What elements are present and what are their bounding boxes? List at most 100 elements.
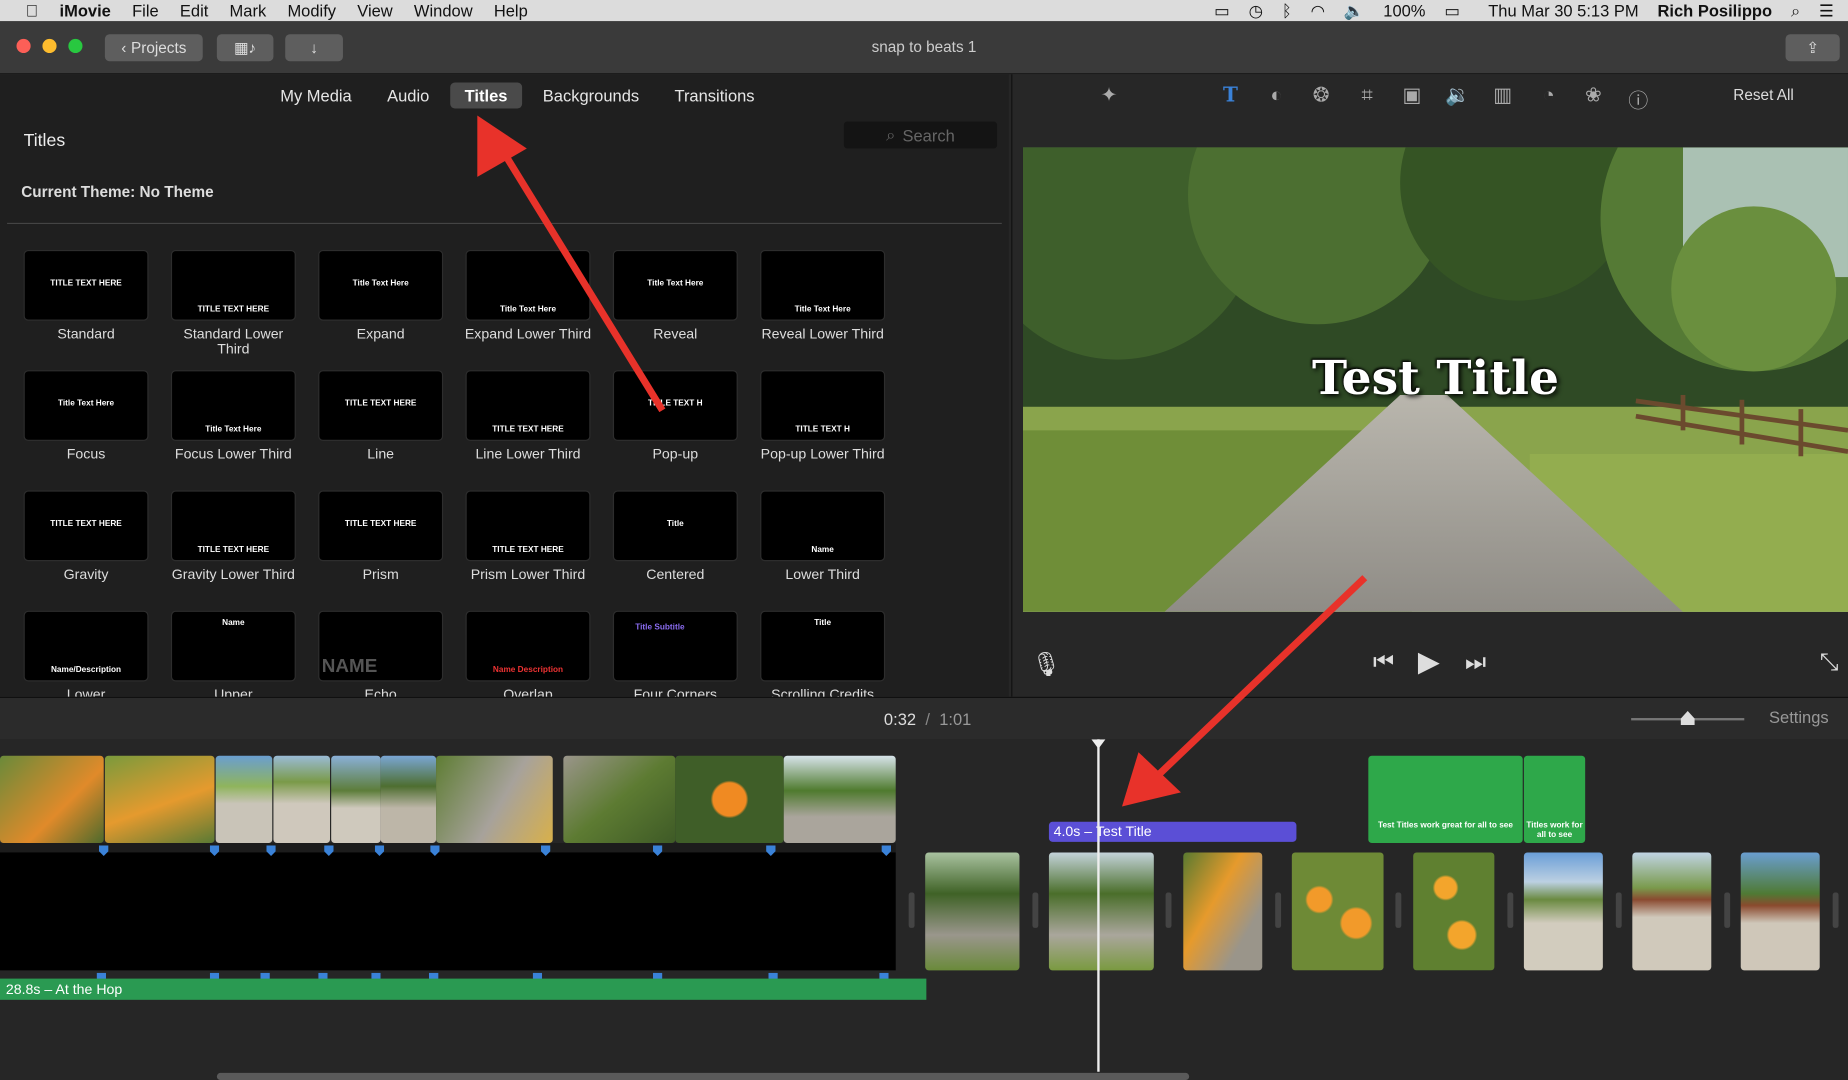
title-thumbnail[interactable]: TITLE TEXT HERE <box>318 370 444 441</box>
menu-mark[interactable]: Mark <box>230 1 267 20</box>
info-icon[interactable]: ⓘ <box>1624 84 1652 112</box>
title-thumbnail[interactable]: Title Text Here <box>23 370 149 441</box>
video-clip[interactable] <box>380 755 437 844</box>
video-clip[interactable] <box>1291 852 1384 971</box>
background-clip-black[interactable] <box>0 852 896 971</box>
video-clip[interactable] <box>1183 852 1263 971</box>
title-thumbnail[interactable]: Title Text Here <box>170 370 296 441</box>
title-thumbnail[interactable]: TITLE TEXT H <box>760 370 886 441</box>
title-thumbnail[interactable]: TITLE TEXT HERE <box>170 490 296 562</box>
title-thumbnail[interactable]: Title <box>612 490 738 562</box>
video-clip[interactable] <box>1740 852 1820 971</box>
share-button[interactable]: ⇪ <box>1785 34 1840 62</box>
title-thumbnail[interactable]: TITLE TEXT HERE <box>465 490 591 562</box>
video-clip[interactable] <box>783 755 896 844</box>
video-clip[interactable] <box>0 755 104 844</box>
horizontal-scrollbar[interactable] <box>216 1072 1190 1080</box>
green-screen-clip[interactable]: Titles work for all to see <box>1523 755 1586 844</box>
video-clip[interactable] <box>1632 852 1712 971</box>
green-screen-clip[interactable]: Test Titles work great for all to see <box>1368 755 1523 844</box>
title-clip[interactable]: 4.0s – Test Title <box>1048 821 1297 842</box>
color-palette-icon[interactable]: ❂ <box>1307 84 1335 108</box>
menu-view[interactable]: View <box>357 1 392 20</box>
video-clip[interactable] <box>436 755 553 844</box>
skip-forward-icon[interactable]: ⏭ <box>1465 650 1486 677</box>
title-thumbnail[interactable]: Name <box>760 490 886 562</box>
video-clip[interactable] <box>563 755 676 844</box>
title-thumbnail[interactable]: TITLE TEXT HERE <box>23 249 149 321</box>
video-clip[interactable] <box>925 852 1020 971</box>
time-machine-icon[interactable]: ◷ <box>1249 1 1263 21</box>
video-clip[interactable] <box>1523 852 1603 971</box>
apple-icon[interactable]:  <box>26 1 38 20</box>
transition-handle[interactable] <box>1165 892 1172 928</box>
transition-handle[interactable] <box>1032 892 1039 928</box>
playhead-handle[interactable] <box>1091 739 1106 749</box>
bluetooth-icon[interactable]: ᛒ <box>1282 1 1292 20</box>
video-clip[interactable] <box>104 755 215 844</box>
timeline-settings-button[interactable]: Settings <box>1769 707 1829 726</box>
play-icon[interactable]: ▶ <box>1418 645 1440 679</box>
transition-handle[interactable] <box>1395 892 1402 928</box>
datetime[interactable]: Thu Mar 30 5:13 PM <box>1488 1 1638 20</box>
title-thumbnail[interactable]: Name <box>170 610 296 682</box>
zoom-slider-thumb[interactable] <box>1680 710 1695 726</box>
fullscreen-icon[interactable]: ⤡ <box>1820 650 1839 677</box>
battery-icon[interactable]: ▭ <box>1444 1 1460 21</box>
title-thumbnail[interactable]: Name Description <box>465 610 591 682</box>
video-clip[interactable] <box>1048 852 1154 971</box>
microphone-icon[interactable]: 🎙 <box>1031 650 1061 679</box>
wifi-icon[interactable]: ◠ <box>1311 1 1325 21</box>
title-thumbnail[interactable]: TITLE TEXT HERE <box>23 490 149 562</box>
playhead[interactable] <box>1097 739 1100 1072</box>
menu-help[interactable]: Help <box>494 1 528 20</box>
transition-handle[interactable] <box>1275 892 1282 928</box>
equalizer-icon[interactable]: ▥ <box>1489 84 1517 108</box>
menu-app-name[interactable]: iMovie <box>60 1 111 20</box>
menu-file[interactable]: File <box>132 1 159 20</box>
zoom-slider[interactable] <box>1631 710 1745 726</box>
user-name[interactable]: Rich Posilippo <box>1657 1 1772 20</box>
volume-icon[interactable]: 🔉 <box>1444 84 1472 108</box>
menu-edit[interactable]: Edit <box>180 1 208 20</box>
volume-icon[interactable]: 🔈 <box>1344 1 1365 21</box>
video-clip[interactable] <box>675 755 784 844</box>
title-thumbnail[interactable]: Title Subtitle <box>612 610 738 682</box>
title-thumbnail[interactable]: Title <box>760 610 886 682</box>
timeline[interactable]: Test Titles work great for all to see Ti… <box>0 739 1848 1080</box>
magic-wand-icon[interactable]: ✦ <box>1095 84 1123 108</box>
title-thumbnail[interactable]: Title Text Here <box>760 249 886 321</box>
skip-back-icon[interactable]: ⏮ <box>1373 650 1394 677</box>
audio-clip[interactable]: 28.8s – At the Hop <box>0 978 927 1000</box>
title-thumbnail[interactable]: Title Text Here <box>318 249 444 321</box>
transition-handle[interactable] <box>1832 892 1839 928</box>
menu-modify[interactable]: Modify <box>287 1 336 20</box>
color-balance-icon[interactable]: ◐ <box>1262 84 1290 108</box>
title-thumbnail[interactable]: TITLE TEXT HERE <box>465 370 591 441</box>
title-thumbnail[interactable]: Title Text Here <box>612 249 738 321</box>
speed-icon[interactable]: ◔ <box>1534 84 1562 108</box>
title-thumbnail[interactable]: Title Text Here <box>465 249 591 321</box>
transition-handle[interactable] <box>1615 892 1622 928</box>
transition-handle[interactable] <box>1724 892 1731 928</box>
airplay-icon[interactable]: ▭ <box>1214 1 1230 21</box>
transition-handle[interactable] <box>1507 892 1514 928</box>
filter-icon[interactable]: ❀ <box>1579 84 1607 108</box>
video-clip[interactable] <box>331 755 381 844</box>
video-clip[interactable] <box>215 755 273 844</box>
reset-all-button[interactable]: Reset All <box>1733 86 1793 104</box>
transition-handle[interactable] <box>908 892 915 928</box>
video-clip[interactable] <box>1413 852 1495 971</box>
title-thumbnail[interactable]: Name/Description <box>23 610 149 682</box>
title-thumbnail[interactable]: NAME <box>318 610 444 682</box>
spotlight-icon[interactable]: ⌕ <box>1791 1 1800 21</box>
video-clip[interactable] <box>273 755 330 844</box>
title-thumbnail[interactable]: TITLE TEXT HERE <box>318 490 444 562</box>
title-thumbnail[interactable]: TITLE TEXT H <box>612 370 738 441</box>
crop-icon[interactable]: ⌗ <box>1353 84 1381 108</box>
menu-window[interactable]: Window <box>414 1 473 20</box>
stabilization-icon[interactable]: ▣ <box>1398 84 1426 108</box>
title-text-icon[interactable]: T <box>1216 84 1244 108</box>
notification-center-icon[interactable]: ☰ <box>1819 1 1834 21</box>
title-thumbnail[interactable]: TITLE TEXT HERE <box>170 249 296 321</box>
